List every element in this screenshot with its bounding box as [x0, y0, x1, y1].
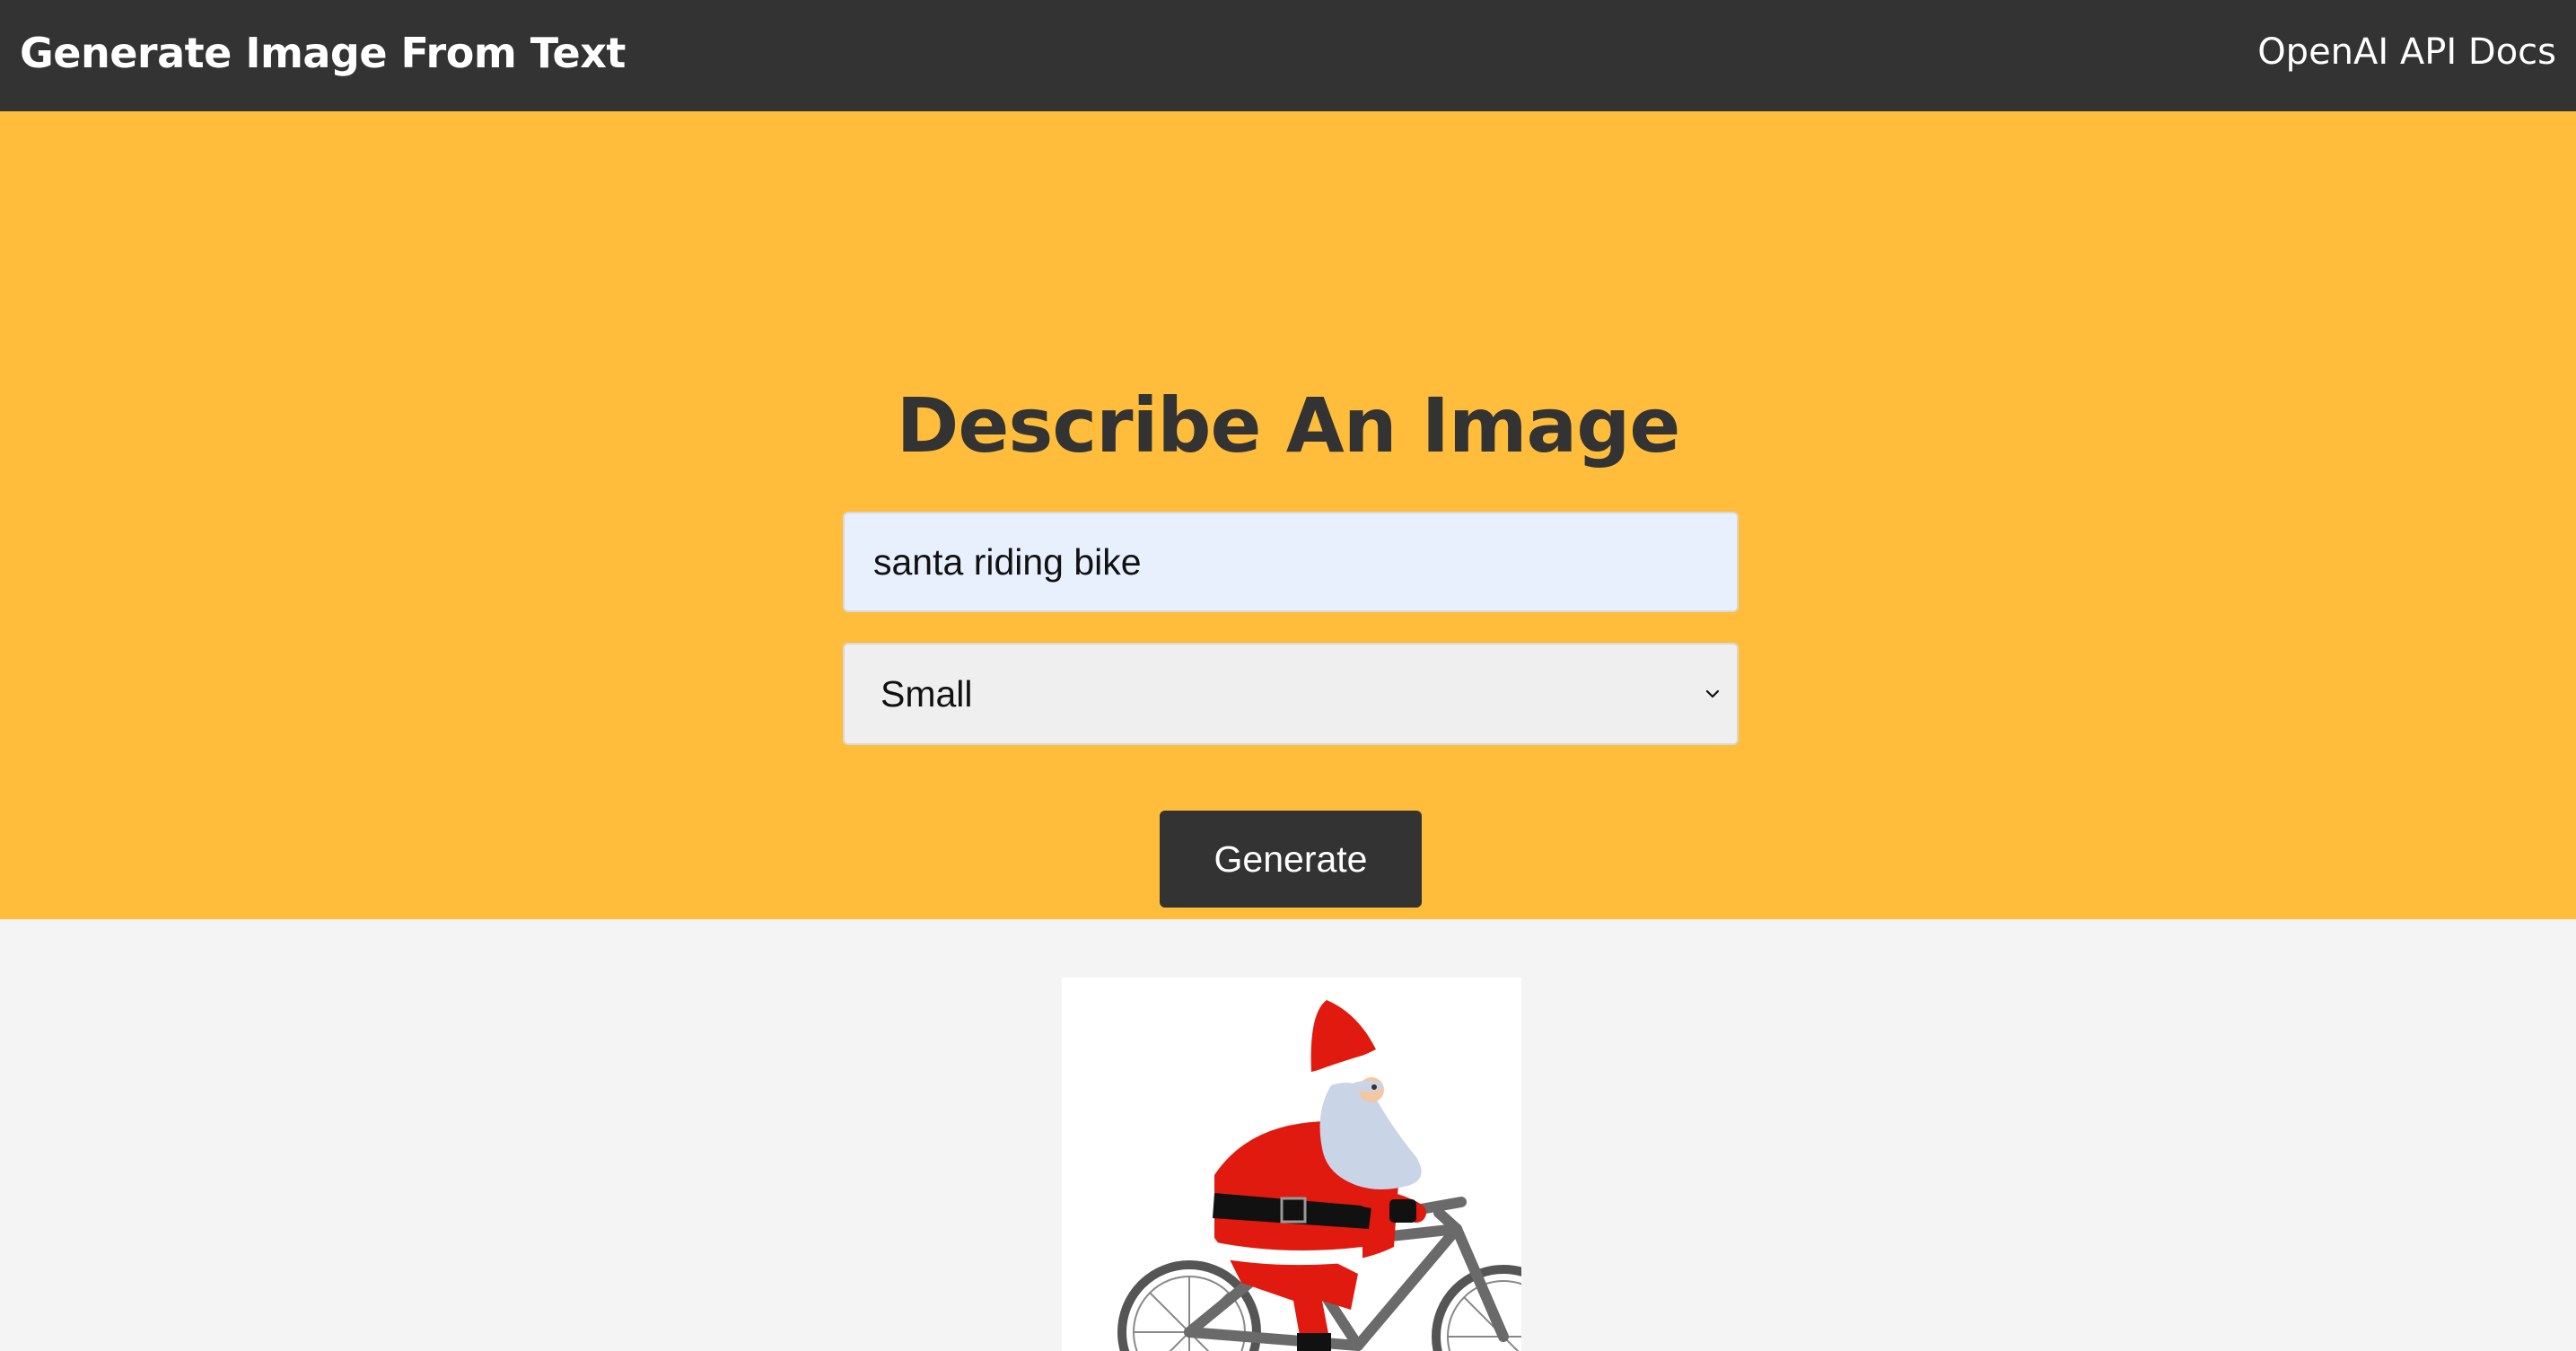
- santa-hat: [1310, 1000, 1380, 1083]
- size-select[interactable]: Small: [843, 643, 1739, 745]
- chevron-down-icon: [1705, 689, 1720, 698]
- page-title: Describe An Image: [896, 382, 1681, 469]
- showcase-section: Describe An Image Small Generate: [0, 111, 2576, 919]
- size-select-value: Small: [881, 672, 973, 715]
- brand-title[interactable]: Generate Image From Text: [20, 29, 626, 77]
- generate-button[interactable]: Generate: [1160, 811, 1422, 908]
- generated-image: [1062, 978, 1521, 1351]
- navbar: Generate Image From Text OpenAI API Docs: [0, 0, 2576, 111]
- prompt-input[interactable]: [843, 512, 1739, 612]
- santa-riding-bike-image: [1117, 1000, 1521, 1351]
- openai-docs-link[interactable]: OpenAI API Docs: [2257, 31, 2556, 73]
